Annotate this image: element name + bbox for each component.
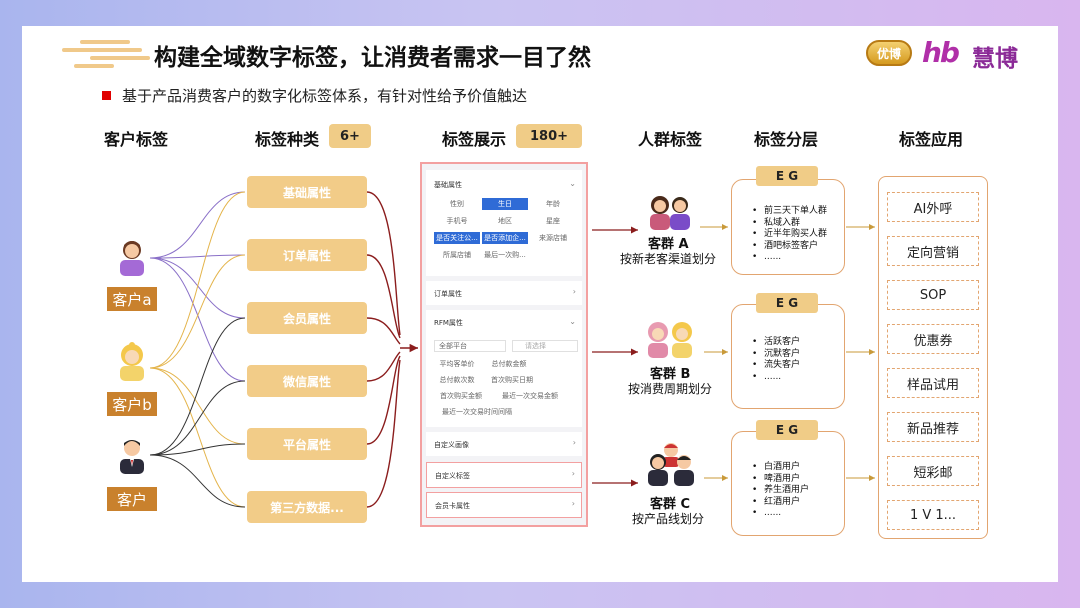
chevron-right-icon[interactable]: › [573, 287, 576, 296]
category-platform: 平台属性 [247, 428, 367, 460]
tag-chip[interactable]: 首次购买金额 [434, 390, 488, 402]
layer-list: 活跃客户 沉默客户 流失客户 ...... [752, 337, 800, 383]
tag-chip[interactable]: 最近一次交易金额 [492, 390, 568, 402]
option-select[interactable]: 请选择 [512, 340, 578, 352]
app-ai-call: AI外呼 [887, 192, 979, 222]
section-title: 自定义标签 [435, 472, 470, 480]
tag-chip[interactable]: 来源店铺 [530, 232, 576, 244]
tag-chip[interactable]: 地区 [482, 215, 528, 227]
section-title: RFM属性 [434, 319, 463, 327]
layer-tag-c: E G [756, 420, 818, 440]
app-sample-trial: 样品试用 [887, 368, 979, 398]
layer-item: 前三天下单人群 [752, 206, 827, 218]
layer-item: 近半年购买人群 [752, 229, 827, 241]
tag-chip[interactable]: 首次购买日期 [486, 374, 538, 386]
tag-chip-selected[interactable]: 生日 [482, 198, 528, 210]
layer-item: ...... [752, 252, 827, 264]
layer-list: 前三天下单人群 私域入群 近半年购买人群 酒吧标签客户 ...... [752, 206, 827, 264]
category-member: 会员属性 [247, 302, 367, 334]
panel-section-custom-tags[interactable]: 自定义标签 › [426, 462, 582, 488]
panel-section-rfm: RFM属性 ⌄ 全部平台 请选择 平均客单价 总付款金额 总付款次数 首次购买日… [426, 310, 582, 427]
customer-b-lines [149, 191, 246, 508]
group-c-desc: 按产品线划分 [632, 512, 705, 526]
tag-chip[interactable]: 最近一次交易时间间隔 [434, 406, 520, 418]
tag-chip-selected[interactable]: 是否添加企... [482, 232, 528, 244]
layer-item: 沉默客户 [752, 349, 800, 361]
section-title: 会员卡属性 [435, 502, 470, 510]
section-title: 自定义画像 [434, 441, 469, 449]
customer-a-label: 客户a [107, 287, 157, 311]
layer-item: 私域入群 [752, 218, 827, 230]
layer-item: 流失客户 [752, 360, 800, 372]
app-sms-mail: 短彩邮 [887, 456, 979, 486]
tag-chip[interactable]: 星座 [530, 215, 576, 227]
app-one-on-one: 1 V 1... [887, 500, 979, 530]
category-wechat: 微信属性 [247, 365, 367, 397]
panel-section-basic: 基础属性 ⌄ 性别 生日 年龄 手机号 地区 星座 是否关注公... 是否添加企… [426, 170, 582, 276]
section-title: 订单属性 [434, 290, 462, 298]
tag-display-panel: 基础属性 ⌄ 性别 生日 年龄 手机号 地区 星座 是否关注公... 是否添加企… [420, 162, 588, 527]
panel-to-group-arrows [592, 226, 638, 487]
layer-item: 白酒用户 [752, 462, 809, 474]
layer-item: 啤酒用户 [752, 474, 809, 486]
panel-section-member-card[interactable]: 会员卡属性 › [426, 492, 582, 518]
tag-chip[interactable]: 总付款次数 [434, 374, 480, 386]
layer-item: 养生酒用户 [752, 485, 809, 497]
panel-section-custom-portrait[interactable]: 自定义画像 › [426, 432, 582, 456]
category-order: 订单属性 [247, 239, 367, 271]
group-a-desc: 按新老客渠道划分 [620, 252, 717, 266]
panel-section-order[interactable]: 订单属性 › [426, 281, 582, 305]
couple-avatar-icon [650, 196, 690, 230]
layer-list: 白酒用户 啤酒用户 养生酒用户 红酒用户 ...... [752, 462, 809, 520]
layer-item: ...... [752, 372, 800, 384]
chevron-down-icon[interactable]: ⌄ [569, 179, 576, 188]
three-people-avatar-icon [648, 443, 694, 486]
customer-c-label: 客户 [107, 487, 157, 511]
layer-item: 红酒用户 [752, 497, 809, 509]
category-bracket [366, 191, 418, 508]
tag-chip[interactable]: 最后一次购... [482, 249, 528, 261]
section-title: 基础属性 [434, 181, 462, 189]
category-third-party: 第三方数据... [247, 491, 367, 523]
layer-item: 酒吧标签客户 [752, 241, 827, 253]
customer-b-label: 客户b [107, 392, 157, 416]
app-new-product: 新品推荐 [887, 412, 979, 442]
tag-chip[interactable]: 总付款金额 [486, 358, 532, 370]
customer-lines [149, 317, 246, 508]
layer-item: ...... [752, 508, 809, 520]
layer-to-app-arrows [846, 224, 875, 481]
layer-box-b: 活跃客户 沉默客户 流失客户 ...... [731, 304, 845, 409]
layer-item: 活跃客户 [752, 337, 800, 349]
woman-avatar-icon [120, 241, 144, 276]
app-targeted-marketing: 定向营销 [887, 236, 979, 266]
layer-tag-b: E G [756, 293, 818, 313]
app-sop: SOP [887, 280, 979, 310]
chevron-right-icon[interactable]: › [572, 469, 575, 478]
layer-box-a: 前三天下单人群 私域入群 近半年购买人群 酒吧标签客户 ...... [731, 179, 845, 275]
category-basic: 基础属性 [247, 176, 367, 208]
tag-chip[interactable]: 所属店铺 [434, 249, 480, 261]
chevron-right-icon[interactable]: › [572, 499, 575, 508]
blonde-avatar-icon [120, 342, 144, 381]
chevron-right-icon[interactable]: › [573, 438, 576, 447]
tag-chip[interactable]: 性别 [434, 198, 480, 210]
chevron-down-icon[interactable]: ⌄ [569, 317, 576, 326]
platform-select[interactable]: 全部平台 [434, 340, 506, 352]
tag-chip-selected[interactable]: 是否关注公... [434, 232, 480, 244]
tag-chip[interactable]: 手机号 [434, 215, 480, 227]
tag-chip[interactable]: 平均客单价 [434, 358, 480, 370]
layer-box-c: 白酒用户 啤酒用户 养生酒用户 红酒用户 ...... [731, 431, 845, 536]
layer-tag-a: E G [756, 166, 818, 186]
group-b-desc: 按消费周期划分 [628, 382, 713, 396]
app-coupon: 优惠券 [887, 324, 979, 354]
two-women-avatar-icon [648, 322, 692, 358]
man-in-suit-avatar-icon [120, 440, 144, 474]
tag-chip[interactable]: 年龄 [530, 198, 576, 210]
